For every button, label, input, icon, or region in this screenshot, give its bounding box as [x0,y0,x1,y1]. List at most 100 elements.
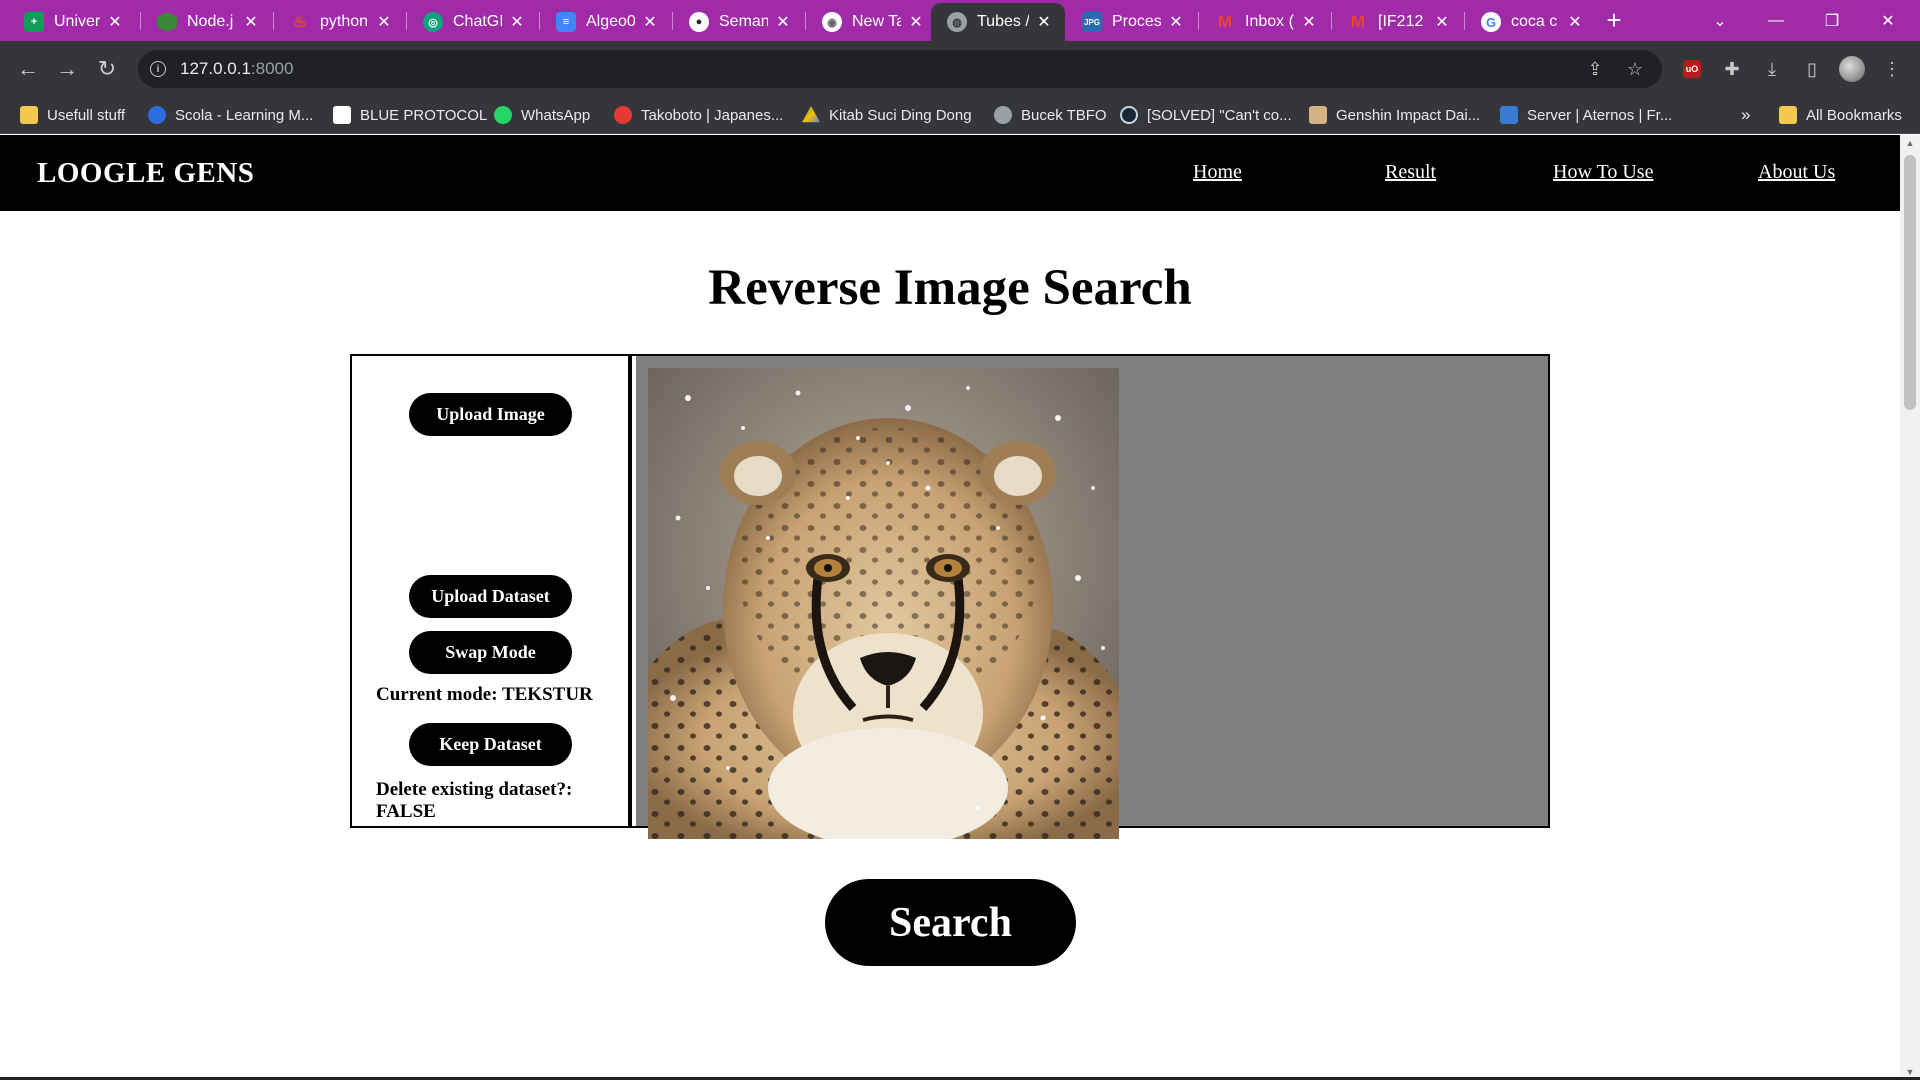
restore-icon[interactable]: ❐ [1804,0,1860,41]
nav-link-home[interactable]: Home [1193,161,1242,184]
bookmark-label: Server | Aternos | Fr... [1527,106,1673,124]
bookmark-label: Bucek TBFO [1021,106,1107,124]
page-viewport: LOOGLE GENS Home Result How To Use About… [0,135,1900,1080]
tab-nodejs[interactable]: Node.j ✕ [141,3,272,41]
close-icon[interactable]: ✕ [242,12,260,32]
menu-dots-icon[interactable]: ⋮ [1878,55,1906,83]
tab-process[interactable]: JPG Proces ✕ [1066,3,1197,41]
gmail-icon: M [1350,12,1366,31]
folder-icon [20,106,38,124]
globe-icon [994,106,1012,124]
cheetah-photo [648,368,1119,839]
back-arrow-icon[interactable]: ← [12,53,44,85]
ublock-icon[interactable]: uO [1678,55,1706,83]
tab-python[interactable]: ♨ python ✕ [274,3,405,41]
close-icon[interactable]: ✕ [907,12,925,32]
whatsapp-icon [494,106,512,124]
tab-tubes-active[interactable]: ◍ Tubes / ✕ [931,3,1065,41]
close-icon[interactable]: ✕ [774,12,792,32]
all-bookmarks-folder[interactable]: All Bookmarks [1779,104,1902,126]
scroll-up-arrow-icon[interactable]: ▲ [1900,135,1920,151]
close-icon[interactable]: ✕ [508,12,526,32]
upload-image-button[interactable]: Upload Image [409,393,572,436]
close-icon[interactable]: ✕ [641,12,659,32]
tab-semantic[interactable]: ● Seman ✕ [673,3,804,41]
bookmark-label: [SOLVED] "Can't co... [1147,106,1292,124]
bookmark-label: All Bookmarks [1806,106,1902,124]
bookmark-bucek-tbfo[interactable]: Bucek TBFO [994,104,1107,126]
tab-new-tab[interactable]: ◉ New Ta ✕ [806,3,937,41]
close-icon[interactable]: ✕ [1300,12,1318,32]
genshin-icon [1309,106,1327,124]
tab-search-chevron-icon[interactable]: ⌄ [1692,0,1748,41]
bookmark-blue-protocol[interactable]: BLUE PROTOCOL [333,104,487,126]
scrollbar-thumb[interactable] [1904,155,1916,410]
url-host: 127.0.0.1 [180,59,251,78]
folder-icon [1779,106,1797,124]
bookmarks-overflow-chevron[interactable]: » [1741,104,1750,126]
scola-icon [148,106,166,124]
share-icon[interactable]: ⇪ [1580,50,1610,88]
nav-link-how-to-use[interactable]: How To Use [1553,161,1653,184]
jpg-icon: JPG [1082,12,1102,32]
search-button[interactable]: Search [825,879,1076,966]
bookmark-scola[interactable]: Scola - Learning M... [148,104,313,126]
site-info-icon[interactable]: i [150,61,166,77]
bookmark-kitab-suci[interactable]: Kitab Suci Ding Dong [802,104,972,126]
close-icon[interactable]: ✕ [1433,12,1451,32]
forward-arrow-icon[interactable]: → [51,53,83,85]
bookmark-usefull-stuff[interactable]: Usefull stuff [20,104,125,126]
close-icon[interactable]: ✕ [1167,12,1185,32]
side-panel-icon[interactable]: ▯ [1798,55,1826,83]
minimize-icon[interactable]: — [1748,0,1804,41]
globe-icon: ◍ [947,12,967,32]
reload-icon[interactable]: ↻ [91,53,123,85]
upload-dataset-button[interactable]: Upload Dataset [409,575,572,618]
profile-avatar-icon[interactable] [1838,55,1866,83]
browser-toolbar: ← → ↻ i 127.0.0.1:8000 ⇪ ☆ uO ✚ ⤓ ▯ ⋮ [0,41,1920,97]
bookmark-star-icon[interactable]: ☆ [1620,50,1650,88]
google-icon: G [1481,12,1501,32]
tab-title: Algeo0 [586,13,635,30]
close-icon[interactable]: ✕ [106,12,124,32]
bookmark-aternos[interactable]: Server | Aternos | Fr... [1500,104,1672,126]
tab-algeo[interactable]: ≡ Algeo0 ✕ [540,3,671,41]
keep-dataset-button[interactable]: Keep Dataset [409,723,572,766]
tab-univer[interactable]: + Univer ✕ [8,3,136,41]
image-preview-area [636,356,1548,839]
tab-inbox[interactable]: M Inbox ( ✕ [1199,3,1330,41]
swap-mode-button[interactable]: Swap Mode [409,631,572,674]
sheets-icon: + [24,12,44,32]
download-icon[interactable]: ⤓ [1758,55,1786,83]
site-brand[interactable]: LOOGLE GENS [37,157,254,190]
tab-title: ChatGI [453,13,502,30]
uploaded-image-preview [648,368,1119,839]
bookmark-genshin[interactable]: Genshin Impact Dai... [1309,104,1480,126]
extensions-puzzle-icon[interactable]: ✚ [1718,55,1746,83]
delete-dataset-value: FALSE [376,801,436,822]
window-close-icon[interactable]: ✕ [1860,0,1916,41]
bookmark-steam-solved[interactable]: [SOLVED] "Can't co... [1120,104,1292,126]
tab-coca-cola[interactable]: G coca c ✕ [1465,3,1596,41]
tab-title: python [320,13,369,30]
bookmark-takoboto[interactable]: Takoboto | Japanes... [614,104,783,126]
bookmark-label: Scola - Learning M... [175,106,314,124]
tab-if212[interactable]: M [IF212 ✕ [1332,3,1463,41]
bookmark-whatsapp[interactable]: WhatsApp [494,104,590,126]
nav-link-about-us[interactable]: About Us [1758,161,1835,184]
close-icon[interactable]: ✕ [375,12,393,32]
tab-title: Node.j [187,13,234,30]
nav-link-result[interactable]: Result [1385,161,1436,184]
drive-icon [802,106,820,123]
new-tab-plus-icon[interactable]: + [1598,4,1630,36]
browser-tab-strip: + Univer ✕ Node.j ✕ ♨ python ✕ ◎ ChatGI … [0,0,1920,41]
close-icon[interactable]: ✕ [1035,12,1053,32]
address-bar[interactable]: i 127.0.0.1:8000 ⇪ ☆ [138,50,1662,88]
page-scrollbar[interactable]: ▲ ▼ [1900,135,1920,1080]
close-icon[interactable]: ✕ [1566,12,1584,32]
address-url: 127.0.0.1:8000 [180,59,293,79]
bookmark-label: Genshin Impact Dai... [1336,106,1481,124]
chrome-icon: ◉ [822,12,842,32]
tab-chatgpt[interactable]: ◎ ChatGI ✕ [407,3,538,41]
bookmark-label: Takoboto | Japanes... [641,106,784,124]
